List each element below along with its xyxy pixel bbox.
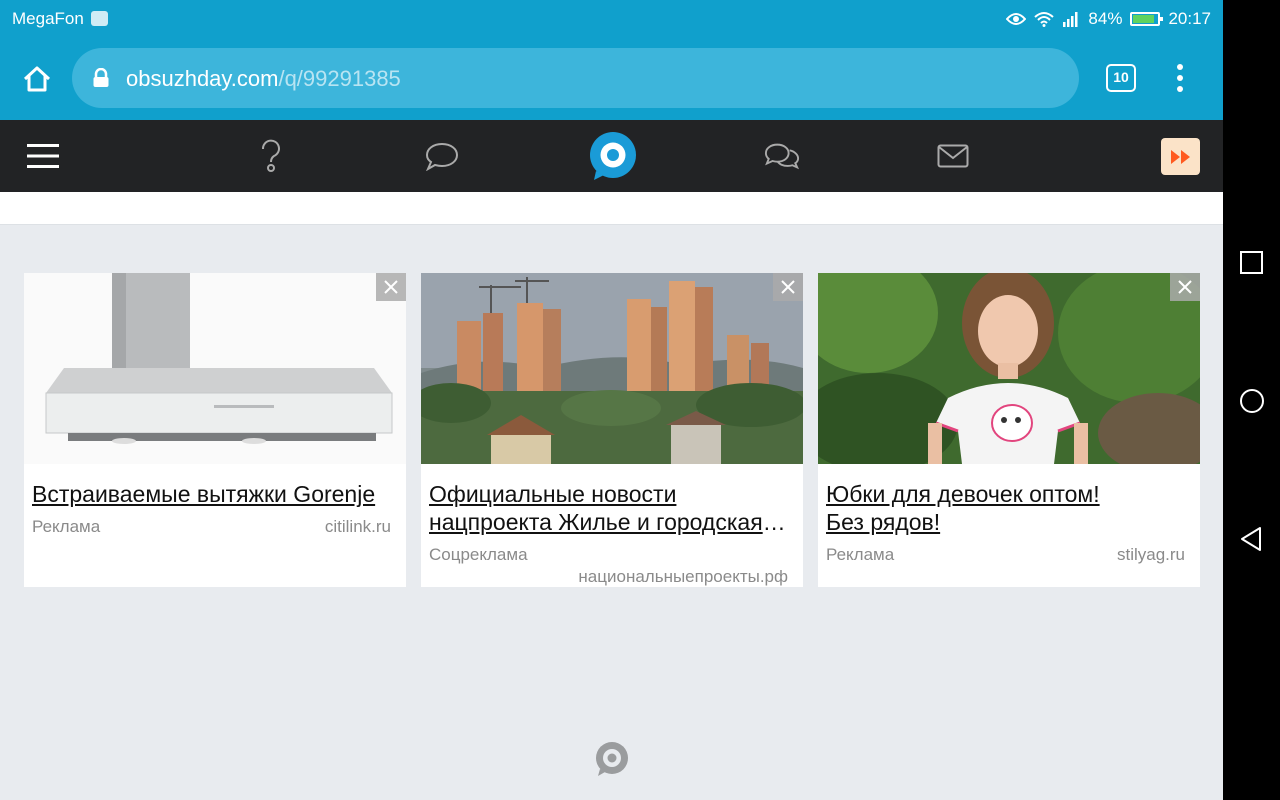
battery-icon <box>1130 12 1164 26</box>
ad-title[interactable]: Встраиваемые вытяжки Gorenje <box>32 480 402 508</box>
back-button[interactable] <box>1239 526 1263 552</box>
close-icon <box>781 280 795 294</box>
close-icon <box>384 280 398 294</box>
comments-nav-button[interactable] <box>424 138 460 174</box>
ad-label: Соцреклама <box>429 545 528 564</box>
loading-logo <box>594 741 630 777</box>
ad-close-button[interactable] <box>1170 273 1200 301</box>
status-bar: MegaFon 84% 20:17 <box>0 0 1223 38</box>
ad-card[interactable]: Официальные новости нацпроекта Жилье и г… <box>421 273 803 587</box>
recents-button[interactable] <box>1239 250 1264 275</box>
home-button[interactable] <box>16 58 58 100</box>
url-text: obsuzhday.com/q/99291385 <box>126 66 401 92</box>
ad-close-button[interactable] <box>376 273 406 301</box>
home-nav-button[interactable] <box>1239 388 1265 414</box>
ad-domain[interactable]: национальныепроекты.рф <box>578 567 788 587</box>
hamburger-menu-button[interactable] <box>25 138 61 174</box>
tab-switcher-button[interactable]: 10 <box>1106 64 1136 92</box>
site-navbar <box>0 120 1223 192</box>
battery-percent: 84% <box>1088 9 1123 28</box>
url-path: /q/99291385 <box>278 66 401 91</box>
ad-label: Реклама <box>826 545 895 564</box>
ad-domain[interactable]: stilyag.ru <box>1117 545 1185 565</box>
ad-title[interactable]: Юбки для девочек оптом! Без рядов! <box>826 480 1126 536</box>
close-icon <box>1178 280 1192 294</box>
site-logo-icon <box>590 132 636 180</box>
mail-icon <box>937 144 969 168</box>
ad-image-range-hood[interactable] <box>24 273 406 464</box>
url-domain: obsuzhday.com <box>126 66 279 91</box>
ad-title-text: Официальные новости нацпроекта Жилье и г… <box>429 481 763 535</box>
signal-icon <box>1063 12 1078 27</box>
page-header-strip <box>0 192 1223 225</box>
discussions-nav-button[interactable] <box>764 138 800 174</box>
ad-image-girl[interactable] <box>818 273 1200 464</box>
sim-icon <box>91 11 108 26</box>
questions-nav-button[interactable] <box>253 138 289 174</box>
messages-nav-button[interactable] <box>935 138 971 174</box>
clock: 20:17 <box>1168 9 1211 28</box>
browser-chrome: MegaFon 84% 20:17 obsuzhday.com/q/992913… <box>0 0 1223 120</box>
lock-icon <box>93 68 109 87</box>
wifi-icon <box>1034 12 1055 27</box>
ad-title[interactable]: Официальные новости нацпроекта Жилье и г… <box>429 480 799 536</box>
fast-forward-icon <box>1170 149 1190 164</box>
eye-icon <box>1006 13 1027 25</box>
ad-domain[interactable]: citilink.ru <box>325 517 391 537</box>
site-logo-gray-icon <box>596 742 628 776</box>
site-logo[interactable] <box>588 131 638 181</box>
android-nav-bar <box>1223 0 1280 800</box>
browser-menu-button[interactable] <box>1170 60 1190 96</box>
ad-card[interactable]: Встраиваемые вытяжки Gorenje Реклама cit… <box>24 273 406 587</box>
comment-icon <box>425 142 459 171</box>
carrier-name: MegaFon <box>12 9 84 28</box>
fast-forward-button[interactable] <box>1161 138 1200 175</box>
question-icon <box>261 139 280 172</box>
ad-label: Реклама <box>32 517 101 536</box>
ad-image-buildings[interactable] <box>421 273 803 464</box>
ad-close-button[interactable] <box>773 273 803 301</box>
ad-card[interactable]: Юбки для девочек оптом! Без рядов! Рекла… <box>818 273 1200 587</box>
home-icon <box>23 66 51 92</box>
chat-icon <box>764 143 800 170</box>
menu-icon <box>27 144 59 168</box>
address-bar[interactable]: obsuzhday.com/q/99291385 <box>72 48 1079 108</box>
